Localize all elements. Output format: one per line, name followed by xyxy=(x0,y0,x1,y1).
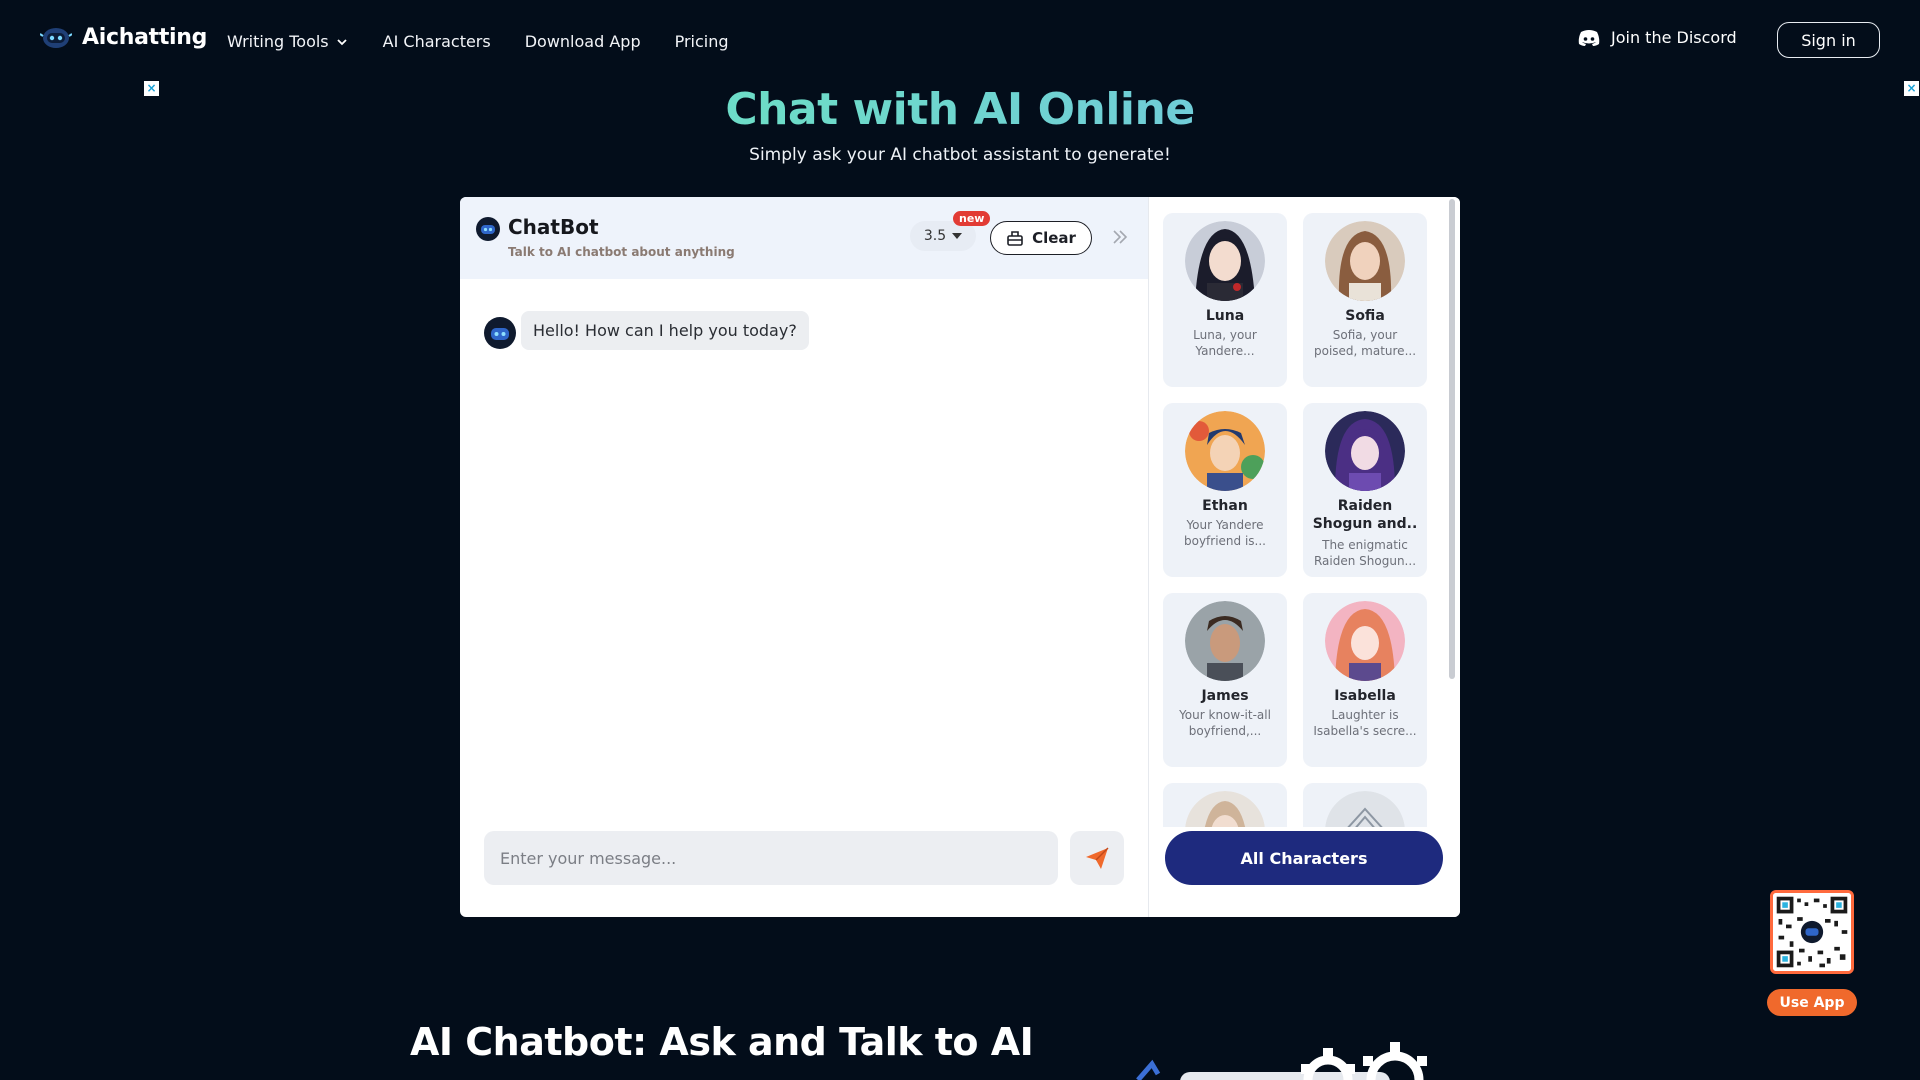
character-card[interactable]: Raiden Shogun and.. The enigmatic Raiden… xyxy=(1303,403,1427,577)
all-characters-button[interactable]: All Characters xyxy=(1165,831,1443,885)
discord-icon xyxy=(1578,29,1600,46)
nav-pricing[interactable]: Pricing xyxy=(675,32,729,51)
caret-down-icon xyxy=(952,233,963,239)
character-avatar xyxy=(1185,221,1265,301)
send-icon xyxy=(1086,847,1109,869)
character-name: Isabella xyxy=(1334,688,1396,704)
chevron-down-icon xyxy=(337,38,347,45)
message-input[interactable] xyxy=(484,831,1058,885)
character-card[interactable]: Isabella Laughter is Isabella's secre... xyxy=(1303,593,1427,767)
character-avatar xyxy=(1325,601,1405,681)
character-description: Laughter is Isabella's secre... xyxy=(1313,708,1417,738)
character-name: Luna xyxy=(1205,308,1245,324)
discord-link[interactable]: Join the Discord xyxy=(1577,28,1737,47)
character-description: Your know-it-all boyfriend,... xyxy=(1179,708,1271,738)
chat-header: ChatBot Talk to AI chatbot about anythin… xyxy=(460,197,1148,279)
section-title: AI Chatbot: Ask and Talk to AI xyxy=(410,1020,1034,1064)
gears-illustration xyxy=(1136,1042,1427,1080)
nav-ai-characters[interactable]: AI Characters xyxy=(383,32,491,51)
character-card[interactable]: James Your know-it-all boyfriend,... xyxy=(1163,593,1287,767)
character-card[interactable]: Luna Luna, your Yandere... xyxy=(1163,213,1287,387)
character-avatar xyxy=(1185,791,1265,827)
character-avatar xyxy=(1325,791,1405,827)
discord-label: Join the Discord xyxy=(1611,28,1737,47)
clear-button[interactable]: Clear xyxy=(990,221,1092,255)
new-badge: new xyxy=(953,211,991,226)
nav-writing-tools-label: Writing Tools xyxy=(227,32,329,51)
character-card[interactable] xyxy=(1303,783,1427,827)
nav-download-app[interactable]: Download App xyxy=(525,32,641,51)
logo-text: Aichatting xyxy=(82,24,208,50)
page-title: Chat with AI Online xyxy=(0,84,1920,135)
double-chevron-right-icon[interactable] xyxy=(1110,227,1130,247)
nav-pricing-label: Pricing xyxy=(674,32,729,51)
scrollbar-thumb[interactable] xyxy=(1449,199,1455,679)
chatbot-avatar-icon xyxy=(484,317,516,349)
chatbot-avatar-icon xyxy=(476,217,500,241)
chat-subtitle: Talk to AI chatbot about anything xyxy=(508,245,735,259)
robot-logo-icon xyxy=(40,28,72,48)
character-card[interactable]: Sofia Sofia, your poised, mature... xyxy=(1303,213,1427,387)
clear-label: Clear xyxy=(1032,229,1076,247)
use-app-button[interactable]: Use App xyxy=(1767,989,1857,1016)
qr-code-icon[interactable] xyxy=(1770,890,1854,974)
character-name: Raiden Shogun and.. xyxy=(1312,498,1418,532)
character-name: Sofia xyxy=(1345,308,1385,324)
character-avatar xyxy=(1185,411,1265,491)
character-avatar xyxy=(1325,221,1405,301)
chat-panel: ChatBot Talk to AI chatbot about anythin… xyxy=(460,197,1460,917)
characters-list[interactable]: Luna Luna, your Yandere... Sofia Sofia, … xyxy=(1149,197,1449,827)
character-description: Your Yandere boyfriend is... xyxy=(1183,518,1266,548)
nav-writing-tools[interactable]: Writing Tools xyxy=(227,32,349,51)
logo[interactable]: Aichatting xyxy=(40,24,207,50)
bot-message: Hello! How can I help you today? xyxy=(521,311,809,350)
character-description: The enigmatic Raiden Shogun... xyxy=(1313,538,1417,568)
character-description: Luna, your Yandere... xyxy=(1193,328,1257,358)
character-avatar xyxy=(1185,601,1265,681)
model-value: 3.5 xyxy=(923,228,947,244)
nav-download-app-label: Download App xyxy=(524,32,641,51)
main-nav: Writing Tools AI Characters Download App… xyxy=(227,32,729,51)
character-card[interactable] xyxy=(1163,783,1287,827)
character-name: Ethan xyxy=(1202,498,1248,514)
character-description: Sofia, your poised, mature... xyxy=(1313,328,1417,358)
broom-icon xyxy=(1007,231,1023,246)
sign-in-button[interactable]: Sign in xyxy=(1777,22,1880,58)
page-subtitle: Simply ask your AI chatbot assistant to … xyxy=(749,145,1171,165)
characters-pane: Luna Luna, your Yandere... Sofia Sofia, … xyxy=(1148,197,1460,917)
send-button[interactable] xyxy=(1070,831,1124,885)
character-avatar xyxy=(1325,411,1405,491)
site-header: Aichatting Writing Tools AI Characters D… xyxy=(0,0,1920,84)
character-name: James xyxy=(1201,688,1249,704)
nav-ai-characters-label: AI Characters xyxy=(382,32,491,51)
chat-title: ChatBot xyxy=(508,215,599,239)
character-card[interactable]: Ethan Your Yandere boyfriend is... xyxy=(1163,403,1287,577)
